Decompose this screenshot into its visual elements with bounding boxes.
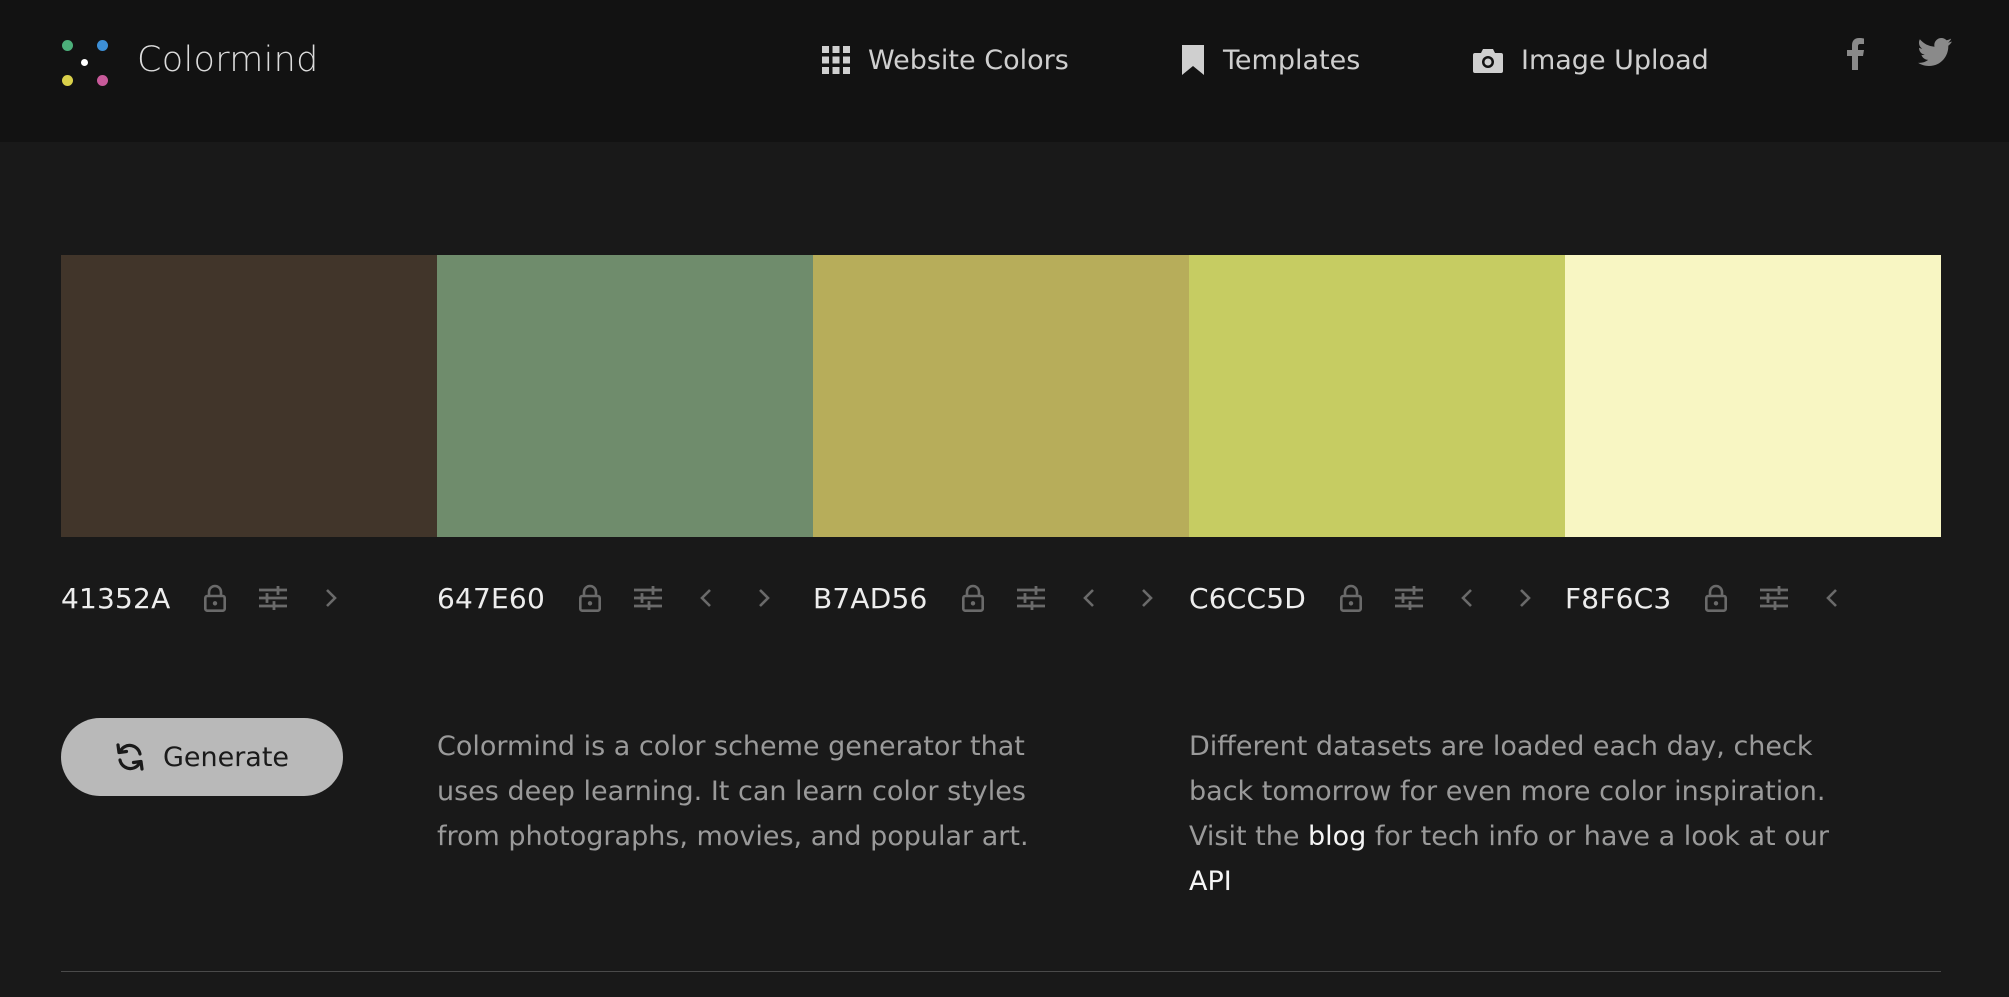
nav-website-colors[interactable]: Website Colors	[822, 40, 1069, 80]
lock-icon[interactable]	[575, 583, 605, 613]
bookmark-icon	[1181, 45, 1205, 75]
lock-icon[interactable]	[200, 583, 230, 613]
adjust-sliders-icon[interactable]	[1759, 583, 1789, 613]
divider	[61, 971, 1941, 972]
generate-label: Generate	[162, 741, 290, 773]
chevron-left-icon[interactable]	[1452, 583, 1482, 613]
color-swatch-3[interactable]	[813, 255, 1189, 537]
camera-icon	[1473, 47, 1503, 73]
color-swatch-2[interactable]	[437, 255, 813, 537]
brand-name[interactable]: Colormind	[137, 40, 319, 80]
swatch-controls-4: C6CC5D	[1189, 574, 1568, 622]
adjust-sliders-icon[interactable]	[633, 583, 663, 613]
color-palette	[61, 255, 1941, 537]
chevron-right-icon[interactable]	[1132, 583, 1162, 613]
description-text: Colormind is a color scheme generator th…	[437, 731, 1029, 852]
swatch-controls-2: 647E60	[437, 574, 807, 622]
info-text: Different datasets are loaded each day, …	[1189, 724, 1839, 904]
twitter-icon[interactable]	[1918, 38, 1952, 72]
lock-icon[interactable]	[1701, 583, 1731, 613]
nav-label: Image Upload	[1521, 44, 1709, 76]
hex-value[interactable]: 41352A	[61, 582, 170, 615]
swatch-controls-3: B7AD56	[813, 574, 1190, 622]
adjust-sliders-icon[interactable]	[258, 583, 288, 613]
adjust-sliders-icon[interactable]	[1394, 583, 1424, 613]
facebook-icon[interactable]	[1846, 38, 1864, 74]
chevron-right-icon[interactable]	[749, 583, 779, 613]
color-swatch-1[interactable]	[61, 255, 437, 537]
blog-link[interactable]: blog	[1308, 821, 1366, 852]
chevron-right-icon[interactable]	[316, 583, 346, 613]
adjust-sliders-icon[interactable]	[1016, 583, 1046, 613]
api-link[interactable]: API	[1189, 866, 1232, 897]
chevron-right-icon[interactable]	[1510, 583, 1540, 613]
lock-icon[interactable]	[1336, 583, 1366, 613]
chevron-left-icon[interactable]	[1817, 583, 1847, 613]
grid-icon	[822, 46, 850, 74]
hex-value[interactable]: B7AD56	[813, 582, 928, 615]
hex-value[interactable]: C6CC5D	[1189, 582, 1306, 615]
chevron-left-icon[interactable]	[1074, 583, 1104, 613]
lock-icon[interactable]	[958, 583, 988, 613]
nav-templates[interactable]: Templates	[1181, 40, 1360, 80]
top-navigation-bar: Colormind Website Colors Templates Image…	[0, 0, 2009, 142]
swatch-controls-1: 41352A	[61, 574, 374, 622]
hex-value[interactable]: F8F6C3	[1565, 582, 1671, 615]
color-swatch-5[interactable]	[1565, 255, 1941, 537]
info-text-middle: for tech info or have a look at our	[1366, 821, 1829, 852]
swatch-controls-5: F8F6C3	[1565, 574, 1875, 622]
nav-image-upload[interactable]: Image Upload	[1473, 40, 1709, 80]
hex-value[interactable]: 647E60	[437, 582, 545, 615]
colormind-logo-icon[interactable]	[59, 37, 111, 89]
generate-button[interactable]: Generate	[61, 718, 343, 796]
color-swatch-4[interactable]	[1189, 255, 1565, 537]
refresh-icon	[115, 742, 145, 772]
nav-label: Templates	[1223, 44, 1361, 76]
nav-label: Website Colors	[868, 44, 1069, 76]
chevron-left-icon[interactable]	[691, 583, 721, 613]
